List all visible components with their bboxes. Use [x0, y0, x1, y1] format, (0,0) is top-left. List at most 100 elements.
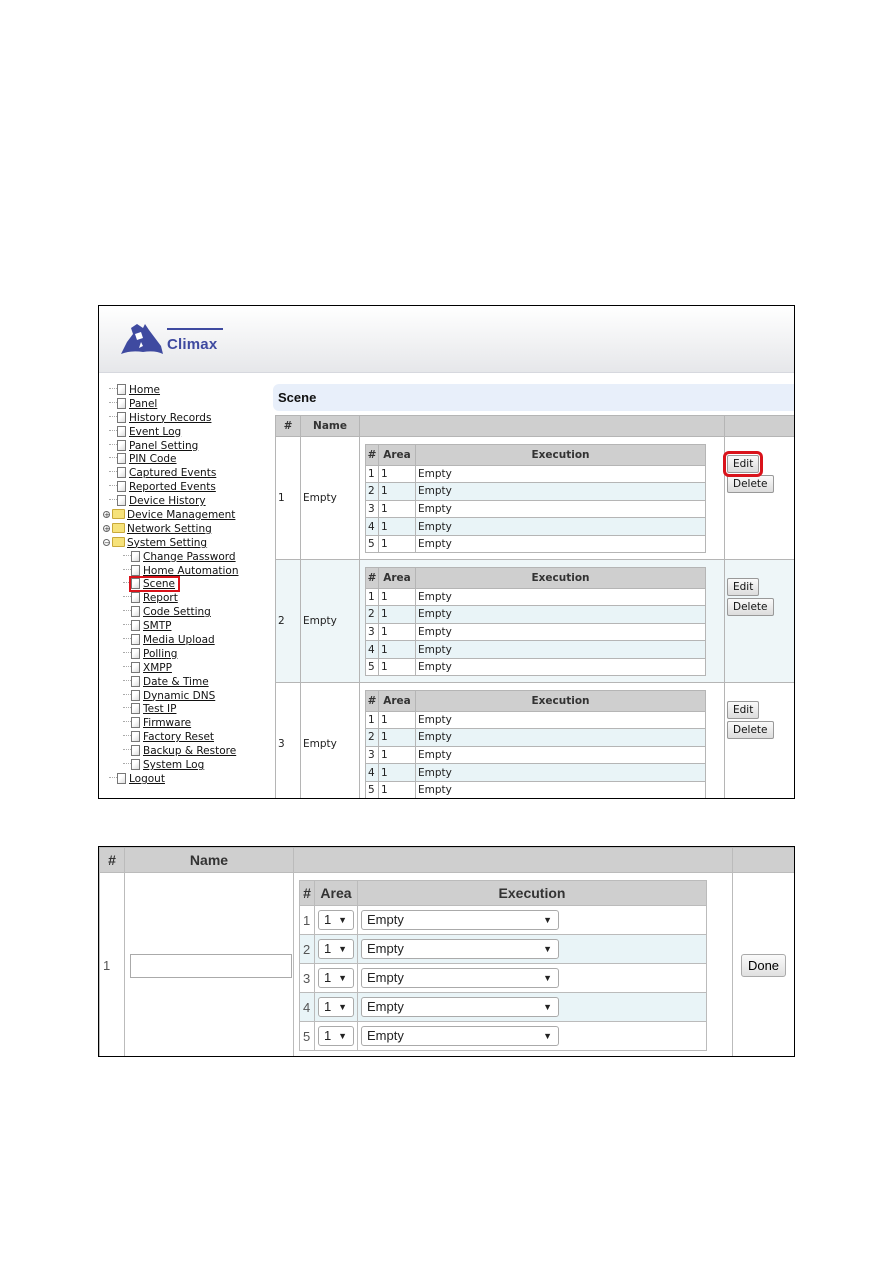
sidebar-item-label[interactable]: XMPP	[143, 662, 172, 674]
exec-area: 1	[378, 640, 416, 659]
sidebar-item-label[interactable]: Network Setting	[127, 523, 212, 535]
sidebar-item-label[interactable]: Reported Events	[129, 481, 216, 493]
exec-execution: Empty	[415, 499, 706, 519]
area-select[interactable]: 1 ▼	[318, 997, 354, 1017]
sidebar-item-device-history[interactable]: Device History	[103, 495, 271, 509]
sidebar-item-label[interactable]: Report	[143, 592, 178, 604]
edit-button[interactable]: Edit	[722, 451, 764, 477]
sidebar-item-label[interactable]: PIN Code	[129, 453, 177, 465]
sidebar-item-code-setting[interactable]: Code Setting	[103, 606, 271, 620]
expand-icon[interactable]: +	[103, 524, 110, 532]
expand-icon[interactable]: +	[103, 511, 110, 519]
sidebar-item-reported-events[interactable]: Reported Events	[103, 481, 271, 495]
sidebar-item-network-setting[interactable]: + Network Setting	[103, 522, 271, 537]
sidebar-item-label[interactable]: Panel Setting	[129, 440, 198, 452]
execution-table: # Area Execution 1 1 Empty 2 1 Empty 3 1…	[365, 443, 706, 554]
delete-button[interactable]: Delete	[727, 598, 774, 616]
sidebar-item-system-setting[interactable]: − System Setting	[103, 536, 271, 551]
sidebar-item-panel-setting[interactable]: Panel Setting	[103, 439, 271, 454]
execution-select[interactable]: Empty ▼	[361, 910, 559, 930]
sidebar-item-backup-restore[interactable]: Backup & Restore	[103, 745, 271, 759]
done-button[interactable]: Done	[740, 954, 787, 977]
sidebar-item-label[interactable]: Logout	[129, 773, 165, 785]
scene-name-input[interactable]	[130, 953, 292, 978]
sidebar-item-label[interactable]: Captured Events	[129, 467, 216, 479]
sidebar-item-label[interactable]: Change Password	[143, 551, 236, 563]
area-select[interactable]: 1 ▼	[318, 910, 354, 930]
dropdown-arrow-icon: ▼	[543, 973, 552, 983]
sidebar-item-label[interactable]: System Setting	[127, 537, 207, 549]
sidebar-item-date-time[interactable]: Date & Time	[103, 675, 271, 690]
sidebar-item-label[interactable]: Factory Reset	[143, 731, 214, 743]
dropdown-arrow-icon: ▼	[543, 1002, 552, 1012]
execution-select[interactable]: Empty ▼	[361, 997, 559, 1017]
sidebar-item-captured-events[interactable]: Captured Events	[103, 467, 271, 481]
page-icon	[117, 439, 126, 451]
sidebar-item-pin-code[interactable]: PIN Code	[103, 453, 271, 467]
area-cell: 1 ▼	[314, 934, 358, 964]
tree-connector	[123, 679, 131, 681]
area-select[interactable]: 1 ▼	[318, 1026, 354, 1046]
sidebar-item-smtp[interactable]: SMTP	[103, 620, 271, 634]
sidebar-item-test-ip[interactable]: Test IP	[103, 703, 271, 717]
sidebar-item-label[interactable]: Test IP	[143, 703, 176, 715]
sidebar-item-label[interactable]: Home Automation	[143, 565, 239, 577]
scene-name: Empty	[300, 682, 360, 798]
sidebar-item-label[interactable]: SMTP	[143, 620, 171, 632]
sidebar-item-label[interactable]: System Log	[143, 759, 204, 771]
sidebar-item-report[interactable]: Report	[103, 592, 271, 606]
sidebar-item-logout[interactable]: Logout	[103, 772, 271, 787]
area-select[interactable]: 1 ▼	[318, 939, 354, 959]
sidebar-item-xmpp[interactable]: XMPP	[103, 661, 271, 676]
collapse-icon[interactable]: −	[103, 538, 110, 546]
sidebar-item-label[interactable]: Backup & Restore	[143, 745, 236, 757]
page-icon	[131, 578, 140, 590]
exec-area: 1	[378, 728, 416, 747]
sidebar-item-label[interactable]: Dynamic DNS	[143, 690, 215, 702]
sidebar-item-system-log[interactable]: System Log	[103, 759, 271, 773]
sidebar-item-label[interactable]: History Records	[129, 412, 211, 424]
sidebar-item-panel[interactable]: Panel	[103, 397, 271, 412]
execution-row: 1 1 Empty	[365, 710, 706, 730]
execution-select[interactable]: Empty ▼	[361, 968, 559, 988]
sidebar-item-label[interactable]: Firmware	[143, 717, 191, 729]
page-icon	[131, 634, 140, 646]
sidebar-item-event-log[interactable]: Event Log	[103, 425, 271, 440]
sidebar-item-label[interactable]: Polling	[143, 648, 177, 660]
area-select[interactable]: 1 ▼	[318, 968, 354, 988]
sidebar-item-label[interactable]: Home	[129, 384, 160, 396]
sidebar-item-home[interactable]: Home	[103, 384, 271, 398]
sidebar-item-media-upload[interactable]: Media Upload	[103, 634, 271, 648]
sidebar-item-label[interactable]: Panel	[129, 398, 157, 410]
delete-button[interactable]: Delete	[727, 721, 774, 739]
execution-select[interactable]: Empty ▼	[361, 939, 559, 959]
sidebar-item-label[interactable]: Event Log	[129, 426, 181, 438]
execution-edit-row: 4 1 ▼ Empty ▼	[299, 992, 707, 1022]
sidebar-item-firmware[interactable]: Firmware	[103, 717, 271, 731]
sidebar-item-scene[interactable]: Scene	[103, 576, 181, 593]
sidebar-item-dynamic-dns[interactable]: Dynamic DNS	[103, 689, 271, 704]
sidebar-item-change-password[interactable]: Change Password	[103, 550, 271, 565]
name-cell	[124, 872, 294, 1056]
execution-select[interactable]: Empty ▼	[361, 1026, 559, 1046]
sidebar-item-label[interactable]: Device History	[129, 495, 206, 507]
sidebar-item-device-management[interactable]: + Device Management	[103, 509, 271, 523]
sidebar-item-label[interactable]: Date & Time	[143, 676, 209, 688]
delete-button[interactable]: Delete	[727, 475, 774, 493]
sidebar-item-home-automation[interactable]: Home Automation	[103, 564, 271, 579]
exec-execution: Empty	[415, 517, 706, 536]
exec-num: 4	[299, 992, 315, 1022]
sidebar-item-label[interactable]: Code Setting	[143, 606, 211, 618]
sidebar-item-label[interactable]: Media Upload	[143, 634, 215, 646]
tree-connector	[123, 582, 131, 584]
sidebar-item-label[interactable]: Scene	[143, 578, 175, 590]
exec-area: 1	[378, 622, 416, 642]
sidebar-item-history-records[interactable]: History Records	[103, 411, 271, 426]
exec-execution: Empty	[415, 482, 706, 501]
dropdown-arrow-icon: ▼	[338, 944, 347, 954]
sidebar-item-factory-reset[interactable]: Factory Reset	[103, 731, 271, 745]
sidebar-item-label[interactable]: Device Management	[127, 509, 235, 521]
edit-button[interactable]: Edit	[727, 701, 760, 719]
edit-button[interactable]: Edit	[727, 578, 760, 596]
sidebar-item-polling[interactable]: Polling	[103, 647, 271, 662]
